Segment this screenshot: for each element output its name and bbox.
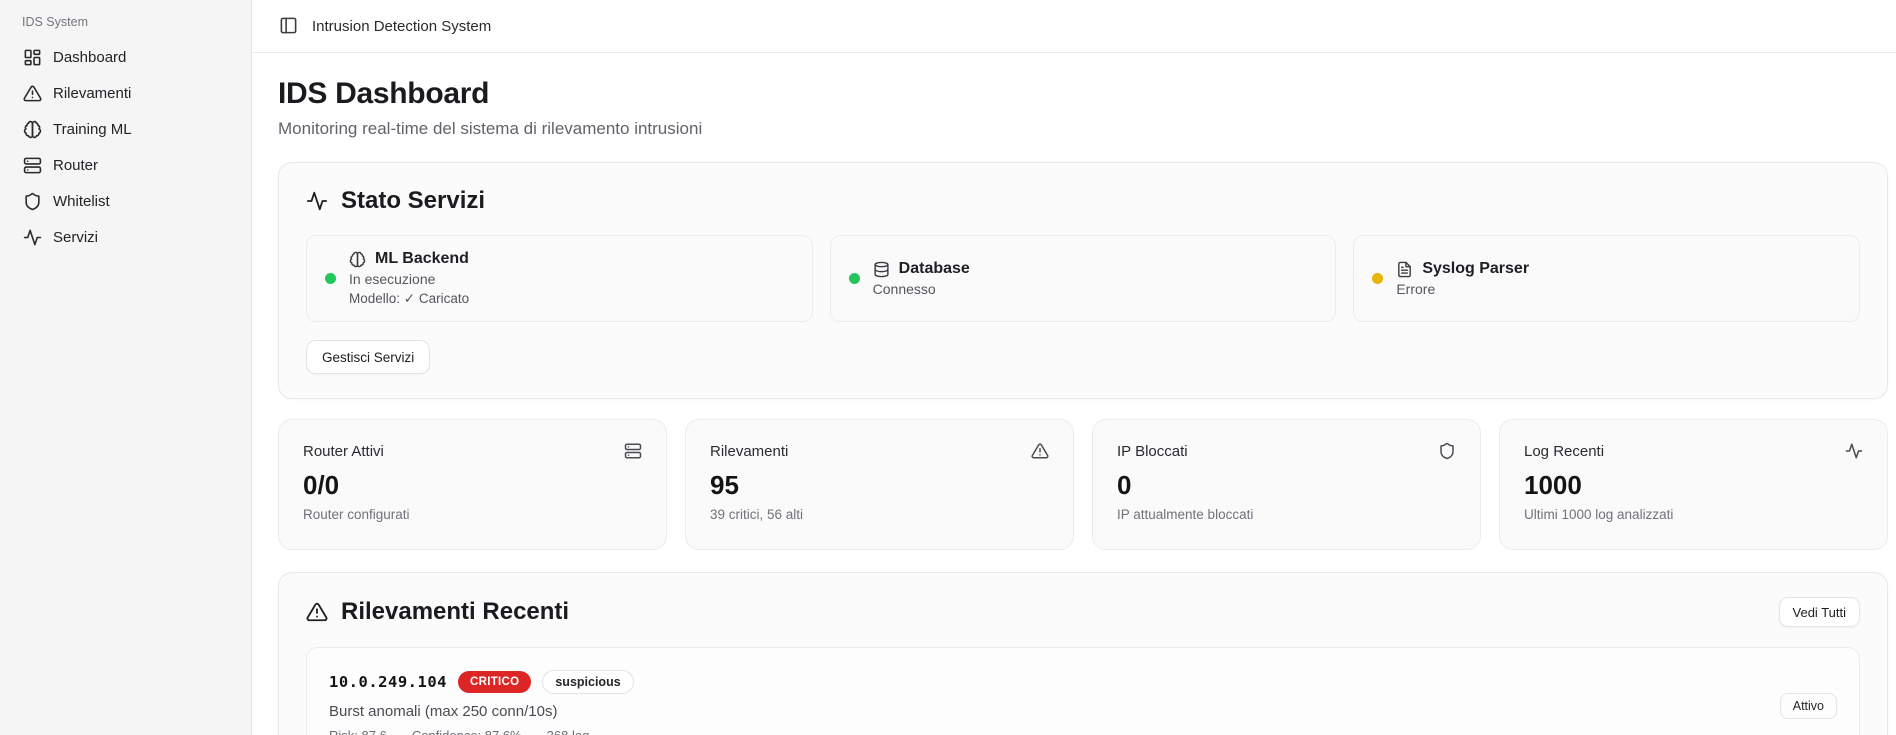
app-root: IDS System Dashboard Rilevamenti Trainin… — [0, 0, 1896, 735]
status-dot — [1372, 273, 1383, 284]
stat-card-ip-bloccati: IP Bloccati 0 IP attualmente bloccati — [1092, 419, 1481, 550]
sidebar-item-rilevamenti[interactable]: Rilevamenti — [14, 75, 237, 111]
services-section-header: Stato Servizi — [306, 187, 1860, 216]
sidebar-item-label: Servizi — [53, 229, 98, 246]
sidebar: IDS System Dashboard Rilevamenti Trainin… — [0, 0, 252, 735]
service-card-database: Database Connesso — [830, 235, 1337, 322]
page-content: IDS Dashboard Monitoring real-time del s… — [252, 53, 1896, 735]
router-icon — [23, 156, 42, 175]
service-detail: Modello: ✓ Caricato — [349, 291, 469, 307]
severity-badge: CRITICO — [458, 671, 531, 693]
file-text-icon — [1396, 261, 1413, 278]
activity-icon — [23, 228, 42, 247]
sidebar-item-whitelist[interactable]: Whitelist — [14, 183, 237, 219]
services-section: Stato Servizi ML Backend In esecuzione M… — [278, 162, 1888, 400]
shield-icon — [23, 192, 42, 211]
detections-section-header: Rilevamenti Recenti — [306, 598, 569, 627]
stat-label: Rilevamenti — [710, 443, 788, 460]
stats-grid: Router Attivi 0/0 Router configurati Ril… — [278, 419, 1888, 550]
detection-state-badge: Attivo — [1780, 693, 1837, 719]
header-title: Intrusion Detection System — [312, 18, 491, 35]
activity-icon — [306, 190, 328, 212]
shield-icon — [1438, 442, 1456, 460]
app-header: Intrusion Detection System — [252, 0, 1896, 53]
brain-icon — [349, 251, 366, 268]
alert-triangle-icon — [23, 84, 42, 103]
detections-section-title: Rilevamenti Recenti — [341, 598, 569, 627]
database-icon — [873, 261, 890, 278]
activity-icon — [1845, 442, 1863, 460]
alert-triangle-icon — [306, 601, 328, 623]
service-card-ml-backend: ML Backend In esecuzione Modello: ✓ Cari… — [306, 235, 813, 322]
service-status: Errore — [1396, 281, 1529, 297]
sidebar-nav: Dashboard Rilevamenti Training ML Router… — [14, 39, 237, 255]
stat-label: Router Attivi — [303, 443, 384, 460]
detection-risk: Risk: 87.6 — [329, 728, 387, 735]
stat-sub: IP attualmente bloccati — [1117, 507, 1456, 522]
sidebar-item-servizi[interactable]: Servizi — [14, 219, 237, 255]
service-name: ML Backend — [375, 250, 469, 268]
detections-section: Rilevamenti Recenti Vedi Tutti 10.0.249.… — [278, 572, 1888, 735]
sidebar-item-label: Dashboard — [53, 49, 126, 66]
main-area: Intrusion Detection System IDS Dashboard… — [252, 0, 1896, 735]
sidebar-item-router[interactable]: Router — [14, 147, 237, 183]
services-grid: ML Backend In esecuzione Modello: ✓ Cari… — [306, 235, 1860, 322]
manage-services-button[interactable]: Gestisci Servizi — [306, 340, 430, 374]
panel-left-icon — [279, 16, 298, 35]
status-dot — [849, 273, 860, 284]
stat-label: IP Bloccati — [1117, 443, 1188, 460]
detection-description: Burst anomali (max 250 conn/10s) — [329, 703, 634, 720]
stat-sub: 39 critici, 56 alti — [710, 507, 1049, 522]
service-card-syslog-parser: Syslog Parser Errore — [1353, 235, 1860, 322]
sidebar-item-label: Router — [53, 157, 98, 174]
detection-confidence: Confidence: 87.6% — [412, 728, 522, 735]
stat-card-rilevamenti: Rilevamenti 95 39 critici, 56 alti — [685, 419, 1074, 550]
service-status: Connesso — [873, 281, 970, 297]
sidebar-item-label: Training ML — [53, 121, 132, 138]
page-subtitle: Monitoring real-time del sistema di rile… — [278, 118, 1888, 140]
sidebar-title: IDS System — [14, 12, 237, 39]
sidebar-item-training-ml[interactable]: Training ML — [14, 111, 237, 147]
sidebar-item-dashboard[interactable]: Dashboard — [14, 39, 237, 75]
sidebar-toggle-button[interactable] — [278, 16, 298, 36]
service-name: Database — [899, 260, 970, 278]
stat-sub: Router configurati — [303, 507, 642, 522]
detection-row: 10.0.249.104 CRITICO suspicious Burst an… — [306, 647, 1860, 735]
page-title: IDS Dashboard — [278, 77, 1888, 112]
view-all-button[interactable]: Vedi Tutti — [1779, 597, 1860, 627]
stat-value: 0/0 — [303, 470, 642, 501]
stat-label: Log Recenti — [1524, 443, 1604, 460]
dashboard-icon — [23, 48, 42, 67]
tag-badge: suspicious — [542, 670, 633, 694]
stat-card-router-attivi: Router Attivi 0/0 Router configurati — [278, 419, 667, 550]
alert-triangle-icon — [1031, 442, 1049, 460]
services-section-title: Stato Servizi — [341, 187, 485, 216]
stat-value: 95 — [710, 470, 1049, 501]
detection-log-count: 368 log — [547, 728, 590, 735]
stat-value: 0 — [1117, 470, 1456, 501]
detection-ip: 10.0.249.104 — [329, 673, 447, 691]
sidebar-item-label: Rilevamenti — [53, 85, 131, 102]
service-name: Syslog Parser — [1422, 260, 1529, 278]
router-icon — [624, 442, 642, 460]
stat-value: 1000 — [1524, 470, 1863, 501]
brain-icon — [23, 120, 42, 139]
stat-sub: Ultimi 1000 log analizzati — [1524, 507, 1863, 522]
status-dot — [325, 273, 336, 284]
service-status: In esecuzione — [349, 271, 469, 287]
sidebar-item-label: Whitelist — [53, 193, 110, 210]
stat-card-log-recenti: Log Recenti 1000 Ultimi 1000 log analizz… — [1499, 419, 1888, 550]
